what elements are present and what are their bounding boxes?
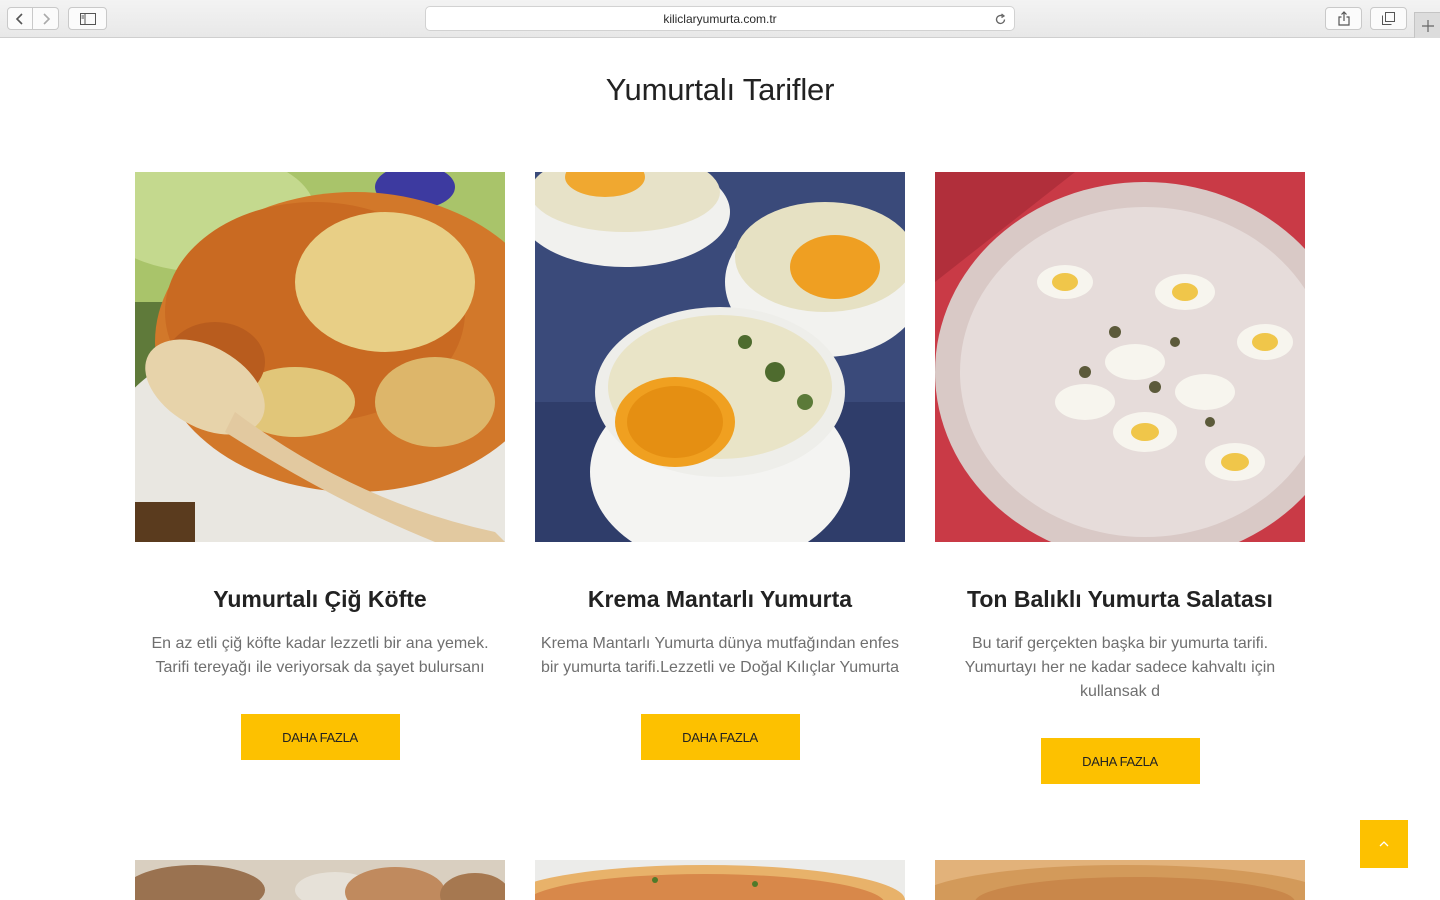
share-icon bbox=[1337, 11, 1350, 26]
share-button[interactable] bbox=[1325, 7, 1362, 30]
recipe-image[interactable] bbox=[535, 172, 905, 542]
url-text: kiliclaryumurta.com.tr bbox=[663, 11, 777, 26]
recipe-title[interactable]: Krema Mantarlı Yumurta bbox=[535, 585, 905, 613]
plus-icon bbox=[1421, 19, 1434, 32]
chevron-left-icon bbox=[15, 12, 23, 25]
page-title: Yumurtalı Tarifler bbox=[605, 72, 835, 107]
recipe-card: Krema Mantarlı Yumurta Krema Mantarlı Yu… bbox=[535, 172, 905, 760]
recipe-excerpt: Krema Mantarlı Yumurta dünya mutfağından… bbox=[540, 635, 900, 676]
recipe-excerpt: En az etli çiğ köfte kadar lezzetli bir … bbox=[151, 635, 489, 676]
back-button[interactable] bbox=[7, 7, 33, 30]
sidebar-icon bbox=[79, 12, 96, 25]
browser-toolbar: kiliclaryumurta.com.tr bbox=[0, 0, 1440, 38]
recipe-image[interactable] bbox=[135, 172, 505, 542]
recipe-card: Ton Balıklı Yumurta Salatası Bu tarif ge… bbox=[935, 172, 1305, 784]
address-bar[interactable]: kiliclaryumurta.com.tr bbox=[425, 6, 1015, 31]
recipe-image[interactable] bbox=[535, 860, 905, 900]
recipe-excerpt: Bu tarif gerçekten başka bir yumurta tar… bbox=[964, 635, 1276, 700]
recipe-image[interactable] bbox=[935, 172, 1305, 542]
forward-button[interactable] bbox=[33, 7, 59, 30]
recipe-image[interactable] bbox=[935, 860, 1305, 900]
recipe-image[interactable] bbox=[135, 860, 505, 900]
reload-icon[interactable] bbox=[992, 11, 1008, 27]
chevron-right-icon bbox=[42, 12, 50, 25]
recipe-title[interactable]: Ton Balıklı Yumurta Salatası bbox=[935, 585, 1305, 613]
read-more-button[interactable]: DAHA FAZLA bbox=[640, 714, 800, 760]
sidebar-toggle-button[interactable] bbox=[68, 7, 107, 30]
recipe-title[interactable]: Yumurtalı Çiğ Köfte bbox=[135, 585, 505, 613]
new-tab-button[interactable] bbox=[1414, 12, 1440, 38]
recipe-card: Yumurtalı Çiğ Köfte En az etli çiğ köfte… bbox=[135, 172, 505, 760]
show-tabs-button[interactable] bbox=[1370, 7, 1407, 30]
back-to-top-button[interactable] bbox=[1360, 820, 1408, 868]
read-more-button[interactable]: DAHA FAZLA bbox=[240, 714, 400, 760]
read-more-button[interactable]: DAHA FAZLA bbox=[1040, 738, 1200, 784]
chevron-up-icon bbox=[1379, 841, 1389, 847]
tabs-icon bbox=[1382, 12, 1395, 25]
navigation-buttons bbox=[7, 7, 59, 30]
